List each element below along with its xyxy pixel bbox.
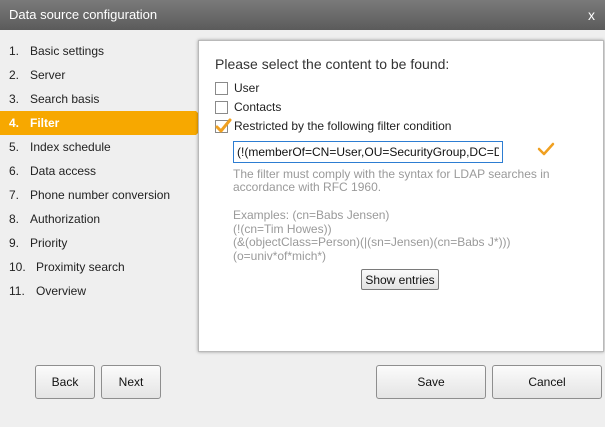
step-index-schedule[interactable]: 5. Index schedule: [0, 135, 205, 159]
wizard-steps: 1. Basic settings 2. Server 3. Search basis…: [0, 39, 208, 303]
step-number: 4.: [9, 116, 20, 130]
step-label: Server: [30, 68, 66, 82]
step-label: Data access: [30, 164, 97, 178]
filter-panel: Please select the content to be found: U…: [198, 40, 604, 352]
step-search-basis[interactable]: 3. Search basis: [0, 87, 205, 111]
step-label: Overview: [36, 284, 87, 298]
step-proximity-search[interactable]: 10. Proximity search: [0, 255, 205, 279]
step-label: Priority: [30, 236, 68, 250]
step-label: Filter: [30, 116, 60, 130]
step-data-access[interactable]: 6. Data access: [0, 159, 205, 183]
step-number: 9.: [9, 236, 20, 250]
contacts-checkbox[interactable]: [215, 101, 228, 115]
step-label: Basic settings: [30, 44, 105, 58]
cancel-button[interactable]: Cancel: [492, 365, 602, 399]
step-basic-settings[interactable]: 1. Basic settings: [0, 39, 205, 63]
example-line: (&(objectClass=Person)(|(sn=Jensen)(cn=B…: [233, 235, 511, 249]
step-number: 2.: [9, 68, 20, 82]
window-title: Data source configuration: [9, 7, 158, 22]
example-line: Examples: (cn=Babs Jensen): [233, 208, 390, 222]
step-number: 5.: [9, 140, 20, 154]
step-label: Index schedule: [30, 140, 111, 154]
user-label: User: [234, 81, 260, 95]
checkmark-icon: [215, 118, 232, 133]
step-label: Phone number conversion: [30, 188, 171, 202]
restricted-option[interactable]: Restricted by the following filter condi…: [215, 118, 452, 135]
contacts-label: Contacts: [234, 100, 282, 114]
example-line: (!(cn=Tim Howes)): [233, 221, 332, 236]
contacts-option[interactable]: Contacts: [215, 100, 281, 116]
step-number: 1.: [9, 44, 20, 58]
step-number: 8.: [9, 212, 20, 226]
step-number: 11.: [9, 284, 25, 298]
step-server[interactable]: 2. Server: [0, 63, 205, 87]
close-button[interactable]: x: [588, 0, 595, 30]
next-button[interactable]: Next: [101, 365, 161, 399]
back-button[interactable]: Back: [35, 365, 95, 399]
example-line: (o=univ*of*mich*): [233, 248, 327, 263]
step-label: Proximity search: [36, 260, 125, 274]
step-phone-number-conversion[interactable]: 7. Phone number conversion: [0, 183, 205, 207]
checkmark-icon: [537, 141, 555, 162]
show-entries-button[interactable]: Show entries: [361, 269, 439, 290]
step-label: Authorization: [30, 212, 101, 226]
restricted-checkbox[interactable]: [215, 118, 232, 134]
step-authorization[interactable]: 8. Authorization: [0, 207, 205, 231]
step-number: 10.: [9, 260, 26, 274]
step-number: 3.: [9, 92, 20, 106]
filter-examples: Examples: (cn=Babs Jensen) (!(cn=Tim How…: [233, 208, 511, 263]
title-bar: Data source configuration x: [0, 0, 605, 30]
dialog: Data source configuration x 1. Basic sett…: [0, 0, 605, 427]
step-number: 6.: [9, 164, 20, 178]
restricted-label: Restricted by the following filter condi…: [234, 119, 452, 133]
step-filter[interactable]: 4. Filter: [0, 111, 208, 135]
step-number: 7.: [9, 188, 20, 202]
step-overview[interactable]: 11. Overview: [0, 279, 205, 303]
user-option[interactable]: User: [215, 81, 259, 97]
filter-hint: The filter must comply with the syntax f…: [233, 167, 550, 194]
user-checkbox[interactable]: [215, 82, 228, 96]
step-priority[interactable]: 9. Priority: [0, 231, 205, 255]
save-button[interactable]: Save: [376, 365, 486, 399]
panel-title: Please select the content to be found:: [215, 56, 450, 72]
step-label: Search basis: [30, 92, 100, 106]
filter-condition-input[interactable]: [233, 141, 503, 163]
